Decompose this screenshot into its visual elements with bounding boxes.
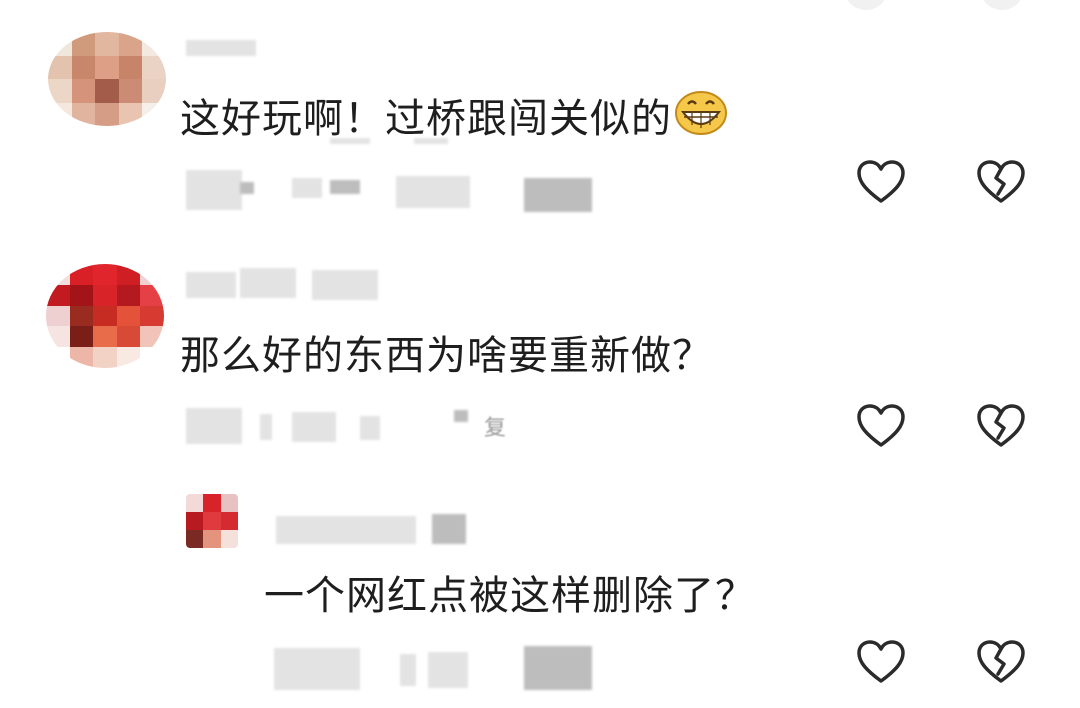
blurred-username bbox=[432, 514, 466, 544]
blurred-meta bbox=[524, 646, 592, 690]
heart-icon[interactable] bbox=[856, 638, 906, 688]
blurred-username bbox=[276, 516, 416, 544]
comment-text: 那么好的东西为啥要重新做？ bbox=[180, 332, 713, 380]
broken-heart-icon[interactable] bbox=[976, 402, 1026, 452]
blurred-meta bbox=[186, 408, 242, 444]
blurred-username bbox=[186, 272, 236, 298]
heart-icon[interactable] bbox=[856, 402, 906, 452]
blurred-username bbox=[312, 270, 378, 300]
blurred-username bbox=[240, 268, 296, 298]
blurred-meta bbox=[400, 654, 416, 686]
blurred-meta bbox=[274, 648, 360, 690]
comment-text: 一个网红点被这样删除了？ bbox=[264, 572, 756, 620]
reply-label[interactable]: 复 bbox=[484, 410, 506, 442]
avatar[interactable] bbox=[186, 494, 238, 548]
blurred-meta bbox=[360, 416, 380, 440]
comment-item-3-reply: 一个网红点被这样删除了？ bbox=[0, 0, 1080, 690]
broken-heart-icon[interactable] bbox=[976, 638, 1026, 688]
blurred-meta bbox=[428, 652, 468, 688]
blurred-meta bbox=[292, 412, 336, 442]
comment-text-content: 那么好的东西为啥要重新做？ bbox=[180, 333, 713, 379]
avatar[interactable] bbox=[46, 264, 164, 368]
blurred-meta bbox=[260, 414, 272, 440]
blurred-meta bbox=[454, 410, 468, 422]
comment-text-content: 一个网红点被这样删除了？ bbox=[264, 573, 756, 619]
